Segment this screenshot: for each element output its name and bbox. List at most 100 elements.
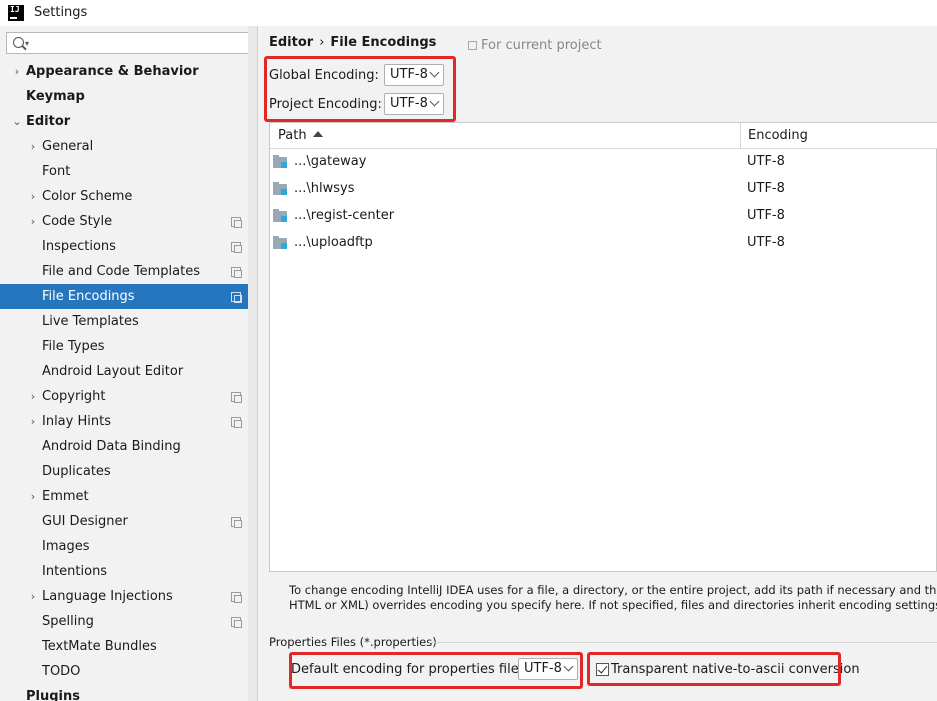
table-row[interactable]: ...\regist-center UTF-8 — [270, 203, 937, 230]
sidebar-item-label: Live Templates — [42, 314, 139, 329]
sidebar-item-textmate-bundles[interactable]: TextMate Bundles — [0, 634, 257, 659]
project-scope-icon — [231, 617, 242, 628]
sidebar-item-todo[interactable]: TODO — [0, 659, 257, 684]
chevron-right-icon[interactable]: › — [28, 134, 38, 159]
encoding-help-text: To change encoding IntelliJ IDEA uses fo… — [289, 583, 937, 612]
sidebar-item-label: File Encodings — [42, 289, 135, 304]
sidebar-item-label: Inlay Hints — [42, 414, 111, 429]
sidebar-item-label: GUI Designer — [42, 514, 128, 529]
sidebar-item-code-style[interactable]: › Code Style — [0, 209, 257, 234]
properties-encoding-select[interactable]: UTF-8 — [518, 658, 578, 680]
table-row[interactable]: ...\uploadftp UTF-8 — [270, 230, 937, 257]
sidebar-item-gui-designer[interactable]: GUI Designer — [0, 509, 257, 534]
table-row[interactable]: ...\gateway UTF-8 — [270, 149, 937, 176]
sidebar-item-label: Code Style — [42, 214, 113, 229]
settings-sidebar: ▾ › Appearance & Behavior Keymap ⌄ Editor › Ge… — [0, 26, 258, 701]
settings-search-input[interactable]: ▾ — [6, 32, 252, 54]
row-path: ...\gateway — [294, 154, 367, 169]
sidebar-item-intentions[interactable]: Intentions — [0, 559, 257, 584]
sidebar-item-inspections[interactable]: Inspections — [0, 234, 257, 259]
chevron-right-icon[interactable]: › — [28, 184, 38, 209]
breadcrumb-current: File Encodings — [330, 35, 437, 50]
column-header-path[interactable]: Path — [278, 123, 323, 149]
intellij-app-icon: IJ — [8, 5, 24, 21]
sidebar-item-language-injections[interactable]: › Language Injections — [0, 584, 257, 609]
sidebar-item-inlay-hints[interactable]: › Inlay Hints — [0, 409, 257, 434]
sidebar-item-duplicates[interactable]: Duplicates — [0, 459, 257, 484]
table-row[interactable]: ...\hlwsys UTF-8 — [270, 176, 937, 203]
sidebar-scrollbar[interactable] — [248, 26, 257, 701]
search-options-chevron-icon[interactable]: ▾ — [25, 40, 29, 48]
sidebar-item-label: Plugins — [26, 689, 80, 701]
module-folder-icon — [273, 236, 287, 249]
project-scope-icon — [231, 242, 242, 253]
breadcrumb-parent[interactable]: Editor — [269, 35, 313, 50]
properties-default-encoding-label: Default encoding for properties files: — [291, 662, 530, 677]
sidebar-item-font[interactable]: Font — [0, 159, 257, 184]
sidebar-item-images[interactable]: Images — [0, 534, 257, 559]
column-divider[interactable] — [740, 123, 741, 149]
project-scope-icon — [231, 267, 242, 278]
chevron-right-icon[interactable]: › — [28, 384, 38, 409]
chevron-right-icon[interactable]: › — [28, 484, 38, 509]
sidebar-item-file-encodings[interactable]: File Encodings — [0, 284, 257, 309]
project-scope-icon — [231, 417, 242, 428]
transparent-native-to-ascii-label[interactable]: Transparent native-to-ascii conversion — [611, 662, 860, 677]
chevron-down-icon — [563, 661, 574, 672]
sort-ascending-icon — [312, 131, 323, 137]
chevron-right-icon[interactable]: › — [12, 59, 22, 84]
sidebar-item-label: Language Injections — [42, 589, 173, 604]
search-icon — [13, 37, 24, 48]
sidebar-item-label: Keymap — [26, 89, 85, 104]
row-encoding[interactable]: UTF-8 — [747, 154, 785, 169]
row-encoding[interactable]: UTF-8 — [747, 181, 785, 196]
sidebar-item-android-data-binding[interactable]: Android Data Binding — [0, 434, 257, 459]
row-encoding[interactable]: UTF-8 — [747, 208, 785, 223]
table-header: Path Encoding — [270, 123, 937, 149]
project-scope-icon — [231, 592, 242, 603]
transparent-native-to-ascii-checkbox[interactable] — [596, 663, 609, 676]
sidebar-item-label: Intentions — [42, 564, 108, 579]
global-encoding-select[interactable]: UTF-8 — [384, 64, 444, 86]
column-header-encoding[interactable]: Encoding — [748, 123, 808, 149]
sidebar-item-label: Emmet — [42, 489, 89, 504]
sidebar-item-color-scheme[interactable]: › Color Scheme — [0, 184, 257, 209]
sidebar-item-general[interactable]: › General — [0, 134, 257, 159]
project-encoding-label: Project Encoding: — [269, 97, 382, 112]
sidebar-item-label: File and Code Templates — [42, 264, 200, 279]
section-divider — [429, 642, 937, 643]
chevron-down-icon — [429, 96, 440, 107]
scope-note-text: For current project — [481, 38, 602, 53]
chevron-down-icon — [429, 67, 440, 78]
breadcrumb: Editor › File Encodings — [269, 35, 436, 50]
row-encoding[interactable]: UTF-8 — [747, 235, 785, 250]
project-scope-icon — [231, 217, 242, 228]
chevron-right-icon[interactable]: › — [28, 409, 38, 434]
sidebar-item-file-types[interactable]: File Types — [0, 334, 257, 359]
global-encoding-value: UTF-8 — [390, 67, 428, 82]
sidebar-item-label: General — [42, 139, 94, 154]
module-folder-icon — [273, 209, 287, 222]
sidebar-item-plugins[interactable]: Plugins — [0, 684, 257, 701]
chevron-right-icon[interactable]: › — [28, 584, 38, 609]
scope-note: For current project — [468, 38, 602, 53]
chevron-down-icon[interactable]: ⌄ — [12, 109, 22, 134]
sidebar-item-android-layout-editor[interactable]: Android Layout Editor — [0, 359, 257, 384]
sidebar-item-live-templates[interactable]: Live Templates — [0, 309, 257, 334]
properties-encoding-value: UTF-8 — [524, 661, 562, 676]
sidebar-item-keymap[interactable]: Keymap — [0, 84, 257, 109]
project-encoding-select[interactable]: UTF-8 — [384, 93, 444, 115]
sidebar-item-emmet[interactable]: › Emmet — [0, 484, 257, 509]
sidebar-item-file-and-code-templates[interactable]: File and Code Templates — [0, 259, 257, 284]
breadcrumb-separator: › — [319, 35, 325, 50]
global-encoding-label: Global Encoding: — [269, 68, 379, 83]
sidebar-item-copyright[interactable]: › Copyright — [0, 384, 257, 409]
sidebar-item-label: Android Layout Editor — [42, 364, 184, 379]
sidebar-item-label: Font — [42, 164, 71, 179]
sidebar-item-spelling[interactable]: Spelling — [0, 609, 257, 634]
properties-files-title: Properties Files (*.properties) — [269, 635, 437, 649]
sidebar-item-label: Duplicates — [42, 464, 111, 479]
sidebar-item-editor[interactable]: ⌄ Editor — [0, 109, 257, 134]
chevron-right-icon[interactable]: › — [28, 209, 38, 234]
sidebar-item-appearance-behavior[interactable]: › Appearance & Behavior — [0, 59, 257, 84]
